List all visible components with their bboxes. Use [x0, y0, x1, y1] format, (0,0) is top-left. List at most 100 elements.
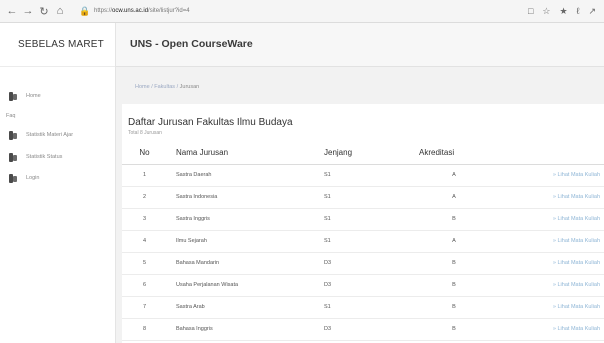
sidebar-item-label: Statistik Status	[26, 154, 63, 160]
app-title: UNS - Open CourseWare	[130, 38, 253, 50]
main-content: Home / Fakultas / Jurusan Daftar Jurusan…	[116, 67, 604, 343]
jurusan-name: Sastra Inggris	[167, 208, 324, 231]
akreditasi-value: B	[419, 252, 514, 275]
breadcrumb-separator: /	[176, 84, 179, 90]
breadcrumb-separator: /	[151, 84, 153, 90]
refresh-icon[interactable]: ↻	[36, 5, 52, 18]
row-number: 8	[122, 318, 167, 341]
akreditasi-value: B	[419, 274, 514, 297]
sidebar-item-faq[interactable]: Faq	[0, 109, 15, 123]
sidebar-item-statistik-status[interactable]: Statistik Status	[0, 150, 62, 164]
jurusan-name: Bahasa Inggris	[167, 318, 324, 341]
jenjang-value: D3	[324, 318, 419, 341]
jenjang-value: D3	[324, 274, 419, 297]
akreditasi-value: B	[419, 208, 514, 231]
breadcrumb-current: Jurusan	[179, 84, 200, 90]
brand-logo-text[interactable]: SEBELAS MARET	[0, 23, 115, 67]
folder-icon	[8, 130, 18, 140]
jurusan-card: Daftar Jurusan Fakultas Ilmu Budaya Tota…	[122, 104, 604, 343]
jurusan-name: Bahasa Mandarin	[167, 252, 324, 275]
table-row: 8 Bahasa Inggris D3 B» Lihat Mata Kuliah	[122, 318, 604, 341]
forward-arrow-icon[interactable]: →	[20, 5, 36, 17]
jurusan-name: Ilmu Sejarah	[167, 230, 324, 253]
sidebar-item-label: Login	[26, 175, 40, 181]
jurusan-name: Usaha Perjalanan Wisata	[167, 274, 324, 297]
table-row: 2 Sastra Indonesia S1 A» Lihat Mata Kuliah	[122, 186, 604, 209]
breadcrumb-home[interactable]: Home	[135, 84, 150, 90]
lihat-mata-kuliah-link[interactable]: » Lihat Mata Kuliah	[514, 296, 604, 319]
lihat-mata-kuliah-link[interactable]: » Lihat Mata Kuliah	[514, 230, 604, 253]
url-host: ocw.uns.ac.id	[112, 7, 149, 14]
folder-icon	[8, 173, 18, 183]
total-count: Total 8 Jurusan	[128, 130, 162, 136]
sidebar-item-label: Home	[26, 93, 41, 99]
row-number: 1	[122, 164, 167, 187]
folder-icon	[8, 91, 18, 101]
sidebar-item-statistik-materi-ajar[interactable]: Statistik Materi Ajar	[0, 128, 73, 142]
jenjang-value: S1	[324, 296, 419, 319]
jurusan-table: No Nama Jurusan Jenjang Akreditasi 1 Sast…	[122, 142, 604, 341]
link-label: Lihat Mata Kuliah	[557, 238, 601, 244]
column-header-nama-jurusan: Nama Jurusan	[167, 142, 324, 165]
link-label: Lihat Mata Kuliah	[557, 326, 601, 332]
jenjang-value: D3	[324, 252, 419, 275]
row-number: 2	[122, 186, 167, 209]
breadcrumb-fakultas[interactable]: Fakultas	[154, 84, 175, 90]
column-header-akreditasi: Akreditasi	[419, 142, 514, 165]
favorites-icon[interactable]: ★	[559, 6, 567, 17]
folder-icon	[8, 152, 18, 162]
lihat-mata-kuliah-link[interactable]: » Lihat Mata Kuliah	[514, 186, 604, 209]
akreditasi-value: A	[419, 164, 514, 187]
bookmark-star-icon[interactable]: ☆	[542, 6, 550, 17]
browser-toolbar: ← → ↻ ⌂ 🔒 https://ocw.uns.ac.id/site/lis…	[0, 0, 604, 23]
sidebar-item-label: Statistik Materi Ajar	[26, 132, 74, 138]
jurusan-name: Sastra Arab	[167, 296, 324, 319]
pen-icon[interactable]: ℓ	[577, 6, 580, 17]
table-header-row: No Nama Jurusan Jenjang Akreditasi	[122, 142, 604, 165]
link-label: Lihat Mata Kuliah	[557, 282, 601, 288]
table-row: 3 Sastra Inggris S1 B» Lihat Mata Kuliah	[122, 208, 604, 231]
share-icon[interactable]: ↗	[588, 6, 596, 17]
row-number: 6	[122, 274, 167, 297]
column-header-jenjang: Jenjang	[324, 142, 419, 165]
back-arrow-icon[interactable]: ←	[4, 5, 20, 17]
row-number: 7	[122, 296, 167, 319]
table-row: 4 Ilmu Sejarah S1 A» Lihat Mata Kuliah	[122, 230, 604, 253]
url-path: /site/listjur?id=4	[148, 7, 190, 14]
lihat-mata-kuliah-link[interactable]: » Lihat Mata Kuliah	[514, 274, 604, 297]
address-bar[interactable]: https://ocw.uns.ac.id/site/listjur?id=4	[92, 4, 462, 19]
akreditasi-value: A	[419, 230, 514, 253]
column-header-action	[514, 142, 604, 165]
row-number: 5	[122, 252, 167, 275]
link-label: Lihat Mata Kuliah	[557, 172, 601, 178]
table-row: 5 Bahasa Mandarin D3 B» Lihat Mata Kuliah	[122, 252, 604, 275]
lihat-mata-kuliah-link[interactable]: » Lihat Mata Kuliah	[514, 208, 604, 231]
jenjang-value: S1	[324, 186, 419, 209]
column-header-no: No	[122, 142, 167, 165]
url-prefix: https://	[94, 7, 113, 14]
jenjang-value: S1	[324, 164, 419, 187]
home-icon[interactable]: ⌂	[52, 5, 68, 17]
table-row: 6 Usaha Perjalanan Wisata D3 B» Lihat Mata …	[122, 274, 604, 297]
akreditasi-value: B	[419, 296, 514, 319]
sidebar-item-home[interactable]: Home	[0, 89, 41, 103]
akreditasi-value: A	[419, 186, 514, 209]
lihat-mata-kuliah-link[interactable]: » Lihat Mata Kuliah	[514, 318, 604, 341]
link-label: Lihat Mata Kuliah	[557, 194, 601, 200]
lock-icon: 🔒	[79, 5, 91, 16]
lihat-mata-kuliah-link[interactable]: » Lihat Mata Kuliah	[514, 164, 604, 187]
page-title: Daftar Jurusan Fakultas Ilmu Budaya	[128, 117, 293, 128]
jurusan-name: Sastra Daerah	[167, 164, 324, 187]
sidebar-item-label: Faq	[6, 113, 16, 119]
table-row: 7 Sastra Arab S1 B» Lihat Mata Kuliah	[122, 296, 604, 319]
row-number: 3	[122, 208, 167, 231]
breadcrumb: Home / Fakultas / Jurusan	[135, 84, 199, 90]
reading-view-icon[interactable]: □	[528, 6, 533, 17]
akreditasi-value: B	[419, 318, 514, 341]
sidebar-item-login[interactable]: Login	[0, 171, 39, 185]
row-number: 4	[122, 230, 167, 253]
top-header: UNS - Open CourseWare	[116, 23, 604, 67]
jenjang-value: S1	[324, 208, 419, 231]
lihat-mata-kuliah-link[interactable]: » Lihat Mata Kuliah	[514, 252, 604, 275]
table-row: 1 Sastra Daerah S1 A» Lihat Mata Kuliah	[122, 164, 604, 187]
